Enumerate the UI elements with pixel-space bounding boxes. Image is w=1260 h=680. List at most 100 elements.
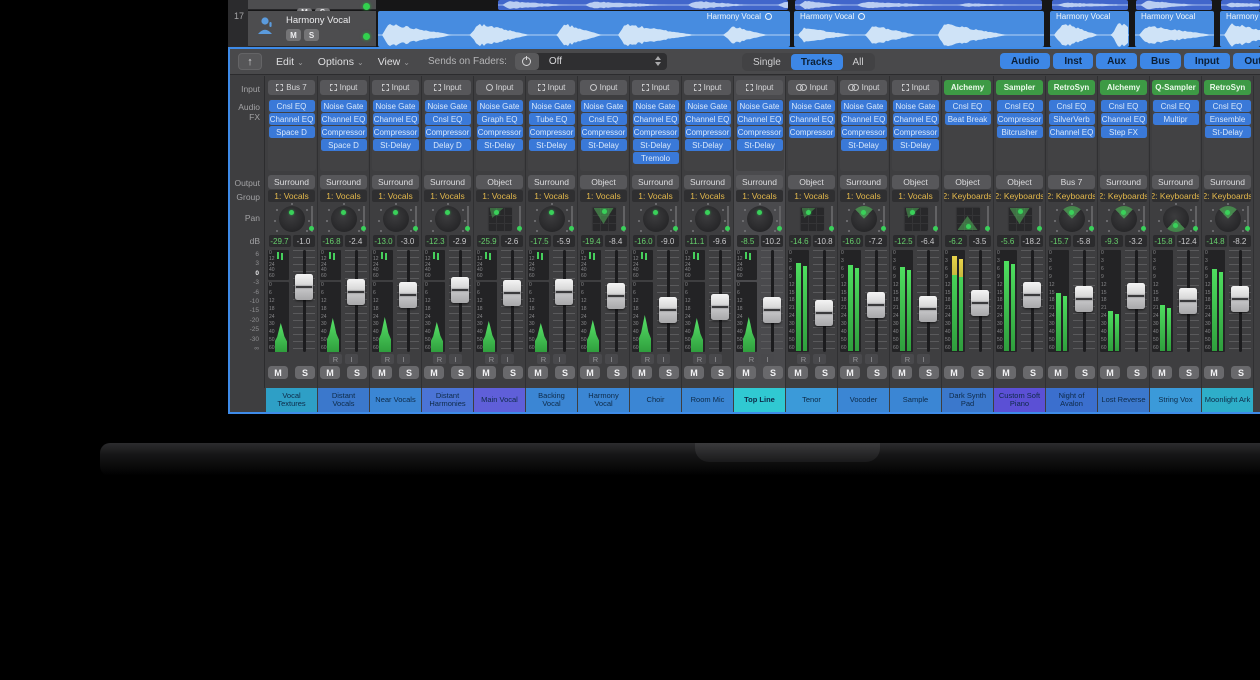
- reveal-arrow-icon[interactable]: ↑: [238, 53, 262, 70]
- send-level-slider[interactable]: [464, 206, 471, 232]
- pan-knob[interactable]: [851, 206, 877, 232]
- input-monitor-dot[interactable]: [363, 33, 370, 40]
- fx-plugin-slot[interactable]: Step FX: [1101, 126, 1147, 138]
- record-enable-button[interactable]: R: [641, 354, 654, 364]
- send-level-slider[interactable]: [724, 206, 731, 232]
- fader-volume-display[interactable]: -2.6: [501, 235, 523, 247]
- output-slot[interactable]: Object: [476, 175, 523, 189]
- send-level-slider[interactable]: [672, 206, 679, 232]
- volume-fader[interactable]: [1073, 250, 1095, 352]
- record-enable-button[interactable]: R: [329, 354, 342, 364]
- input-monitor-button[interactable]: I: [397, 354, 410, 364]
- solo-button[interactable]: S: [304, 29, 319, 41]
- fader-volume-display[interactable]: -3.5: [969, 235, 991, 247]
- record-enable-button[interactable]: R: [589, 354, 602, 364]
- fader-cap[interactable]: [295, 274, 313, 300]
- mute-button[interactable]: M: [424, 366, 444, 379]
- pan-knob[interactable]: [1215, 206, 1241, 232]
- fx-plugin-slot[interactable]: St-Delay: [685, 139, 731, 151]
- pan-knob[interactable]: [1059, 206, 1085, 232]
- filter-inst[interactable]: Inst: [1053, 53, 1093, 69]
- object-pan-pad[interactable]: [955, 206, 981, 232]
- fx-plugin-slot[interactable]: Compressor: [789, 126, 835, 138]
- fx-plugin-slot[interactable]: Bitcrusher: [997, 126, 1043, 138]
- group-slot[interactable]: 1: Vocals: [892, 190, 939, 202]
- instrument-slot[interactable]: Q-Sampler: [1152, 80, 1199, 95]
- fader-cap[interactable]: [763, 297, 781, 323]
- peak-level-display[interactable]: -16.0: [841, 235, 863, 247]
- channel-name[interactable]: Vocal Textures: [266, 388, 317, 412]
- send-level-slider[interactable]: [880, 206, 887, 232]
- pan-knob[interactable]: [1163, 206, 1189, 232]
- group-slot[interactable]: 1: Vocals: [788, 190, 835, 202]
- fx-plugin-slot[interactable]: Noise Gate: [581, 100, 627, 112]
- audio-region[interactable]: Harmony Vocal: [378, 11, 790, 47]
- fx-plugin-slot[interactable]: Noise Gate: [893, 100, 939, 112]
- solo-button[interactable]: S: [919, 366, 939, 379]
- output-slot[interactable]: Surround: [268, 175, 315, 189]
- group-slot[interactable]: 2: Keyboards: [1204, 190, 1251, 202]
- audio-region-upper[interactable]: [1052, 0, 1128, 10]
- fx-plugin-slot[interactable]: Ensemble: [1205, 113, 1251, 125]
- stepper-icon[interactable]: [655, 56, 661, 66]
- input-monitor-button[interactable]: I: [761, 354, 774, 364]
- solo-button[interactable]: S: [451, 366, 471, 379]
- mute-button[interactable]: M: [1152, 366, 1172, 379]
- fx-plugin-slot[interactable]: Channel EQ: [893, 113, 939, 125]
- solo-button[interactable]: S: [1231, 366, 1251, 379]
- fx-plugin-slot[interactable]: Compressor: [737, 126, 783, 138]
- menu-options[interactable]: Options⌄: [318, 56, 364, 68]
- output-slot[interactable]: Object: [944, 175, 991, 189]
- channel-name[interactable]: Choir: [630, 388, 681, 412]
- record-enable-button[interactable]: R: [381, 354, 394, 364]
- group-slot[interactable]: 1: Vocals: [684, 190, 731, 202]
- output-slot[interactable]: Object: [996, 175, 1043, 189]
- channel-name[interactable]: Backing Vocal: [526, 388, 577, 412]
- view-mode-single[interactable]: Single: [743, 54, 791, 70]
- fader-volume-display[interactable]: -9.6: [709, 235, 731, 247]
- fx-plugin-slot[interactable]: Compressor: [373, 126, 419, 138]
- fx-plugin-slot[interactable]: Noise Gate: [841, 100, 887, 112]
- channel-name[interactable]: Sample: [890, 388, 941, 412]
- output-slot[interactable]: Surround: [1100, 175, 1147, 189]
- group-slot[interactable]: 1: Vocals: [372, 190, 419, 202]
- fx-plugin-slot[interactable]: Compressor: [633, 126, 679, 138]
- filter-audio[interactable]: Audio: [1000, 53, 1050, 69]
- group-slot[interactable]: 1: Vocals: [840, 190, 887, 202]
- fader-volume-display[interactable]: -3.0: [397, 235, 419, 247]
- input-slot[interactable]: Input: [320, 80, 367, 95]
- channel-name[interactable]: Custom Soft Piano: [994, 388, 1045, 412]
- mute-button[interactable]: M: [632, 366, 652, 379]
- output-slot[interactable]: Surround: [840, 175, 887, 189]
- send-level-slider[interactable]: [412, 206, 419, 232]
- solo-button[interactable]: S: [1127, 366, 1147, 379]
- output-slot[interactable]: Object: [580, 175, 627, 189]
- object-pan-pad[interactable]: [799, 206, 825, 232]
- audio-region[interactable]: Harmony Vocal: [794, 11, 1044, 47]
- fx-plugin-slot[interactable]: Space D: [269, 126, 315, 138]
- fx-plugin-slot[interactable]: Noise Gate: [529, 100, 575, 112]
- peak-level-display[interactable]: -15.7: [1049, 235, 1071, 247]
- track-header-previous[interactable]: M S: [248, 0, 376, 10]
- volume-fader[interactable]: [917, 250, 939, 352]
- channel-name[interactable]: Main Vocal: [474, 388, 525, 412]
- fx-plugin-slot[interactable]: St-Delay: [529, 139, 575, 151]
- input-monitor-button[interactable]: I: [657, 354, 670, 364]
- fx-plugin-slot[interactable]: St-Delay: [737, 139, 783, 151]
- fader-volume-display[interactable]: -8.2: [1229, 235, 1251, 247]
- send-level-slider[interactable]: [308, 206, 315, 232]
- fx-plugin-slot[interactable]: Noise Gate: [425, 100, 471, 112]
- fx-plugin-slot[interactable]: Beat Break: [945, 113, 991, 125]
- fx-plugin-slot[interactable]: Noise Gate: [321, 100, 367, 112]
- mute-button[interactable]: M: [476, 366, 496, 379]
- sends-on-faders-popup[interactable]: Off: [515, 53, 667, 70]
- fader-cap[interactable]: [867, 292, 885, 318]
- fader-cap[interactable]: [503, 280, 521, 306]
- fader-volume-display[interactable]: -6.4: [917, 235, 939, 247]
- volume-fader[interactable]: [1229, 250, 1251, 352]
- fx-plugin-slot[interactable]: Compressor: [997, 113, 1043, 125]
- fx-plugin-slot[interactable]: Space D: [321, 139, 367, 151]
- input-slot[interactable]: Input: [892, 80, 939, 95]
- peak-level-display[interactable]: -29.7: [269, 235, 291, 247]
- send-level-slider[interactable]: [1088, 206, 1095, 232]
